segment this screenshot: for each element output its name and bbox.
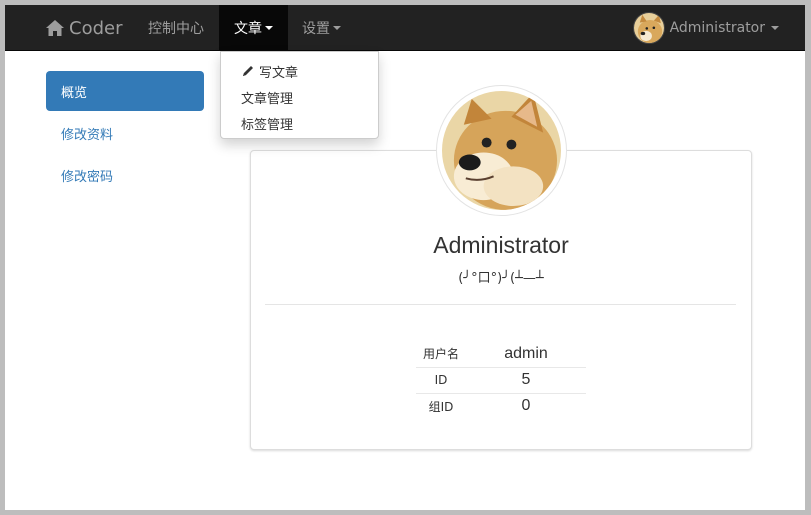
profile-name: Administrator [433, 232, 569, 258]
brand-link[interactable]: Coder [45, 5, 122, 51]
menu-item-label: 文章管理 [241, 91, 294, 107]
nav-dashboard-label: 控制中心 [148, 21, 204, 37]
table-row: 用户名 admin [416, 341, 586, 367]
sidebar-item-edit-profile[interactable]: 修改资料 [46, 113, 204, 153]
caret-down-icon [771, 26, 779, 30]
caret-down-icon [333, 26, 341, 30]
user-name: Administrator [669, 20, 765, 36]
field-value: admin [504, 344, 548, 362]
field-value: 0 [466, 392, 586, 419]
doge-avatar-icon [442, 91, 561, 210]
menu-item-write-article[interactable]: 写文章 [221, 58, 378, 84]
nav-settings[interactable]: 设置 [287, 5, 356, 51]
sidebar-item-overview[interactable]: 概览 [46, 71, 204, 111]
nav-articles-label: 文章 [234, 21, 262, 37]
field-key: 组ID [416, 392, 466, 419]
nav-settings-label: 设置 [302, 21, 330, 37]
field-key: ID [416, 366, 466, 393]
sidebar-item-change-password[interactable]: 修改密码 [46, 155, 204, 195]
field-key: 用户名 [422, 347, 459, 362]
divider [265, 304, 736, 305]
doge-avatar-icon [633, 13, 664, 43]
menu-item-label: 标签管理 [241, 117, 294, 133]
app-window: Coder 控制中心 文章 设置 Administrator 写文章 文章管理 … [5, 5, 805, 510]
user-menu[interactable]: Administrator [632, 5, 779, 51]
caret-down-icon [265, 26, 273, 30]
table-row: ID 5 [416, 366, 586, 393]
menu-item-tag-manage[interactable]: 标签管理 [221, 110, 378, 136]
profile-motto: (╯°口°)╯(┴—┴ [458, 271, 544, 286]
brand-name: Coder [69, 17, 123, 39]
nav-articles[interactable]: 文章 [219, 5, 288, 51]
articles-dropdown-menu: 写文章 文章管理 标签管理 [220, 51, 379, 139]
table-row: 组ID 0 [416, 392, 586, 419]
field-value: 5 [466, 366, 586, 393]
sidebar-item-label: 修改密码 [61, 169, 114, 185]
profile-avatar [436, 85, 567, 216]
sidebar-item-label: 概览 [61, 85, 88, 101]
profile-info-table: 用户名 admin ID 5 组ID 0 [416, 341, 586, 419]
nav-dashboard[interactable]: 控制中心 [133, 5, 219, 51]
menu-item-article-manage[interactable]: 文章管理 [221, 84, 378, 110]
sidebar-item-label: 修改资料 [61, 127, 114, 143]
top-navbar: Coder 控制中心 文章 设置 Administrator [5, 5, 805, 51]
avatar [632, 12, 665, 44]
pencil-icon [243, 66, 253, 76]
menu-item-label: 写文章 [259, 65, 299, 81]
home-icon [46, 20, 64, 36]
